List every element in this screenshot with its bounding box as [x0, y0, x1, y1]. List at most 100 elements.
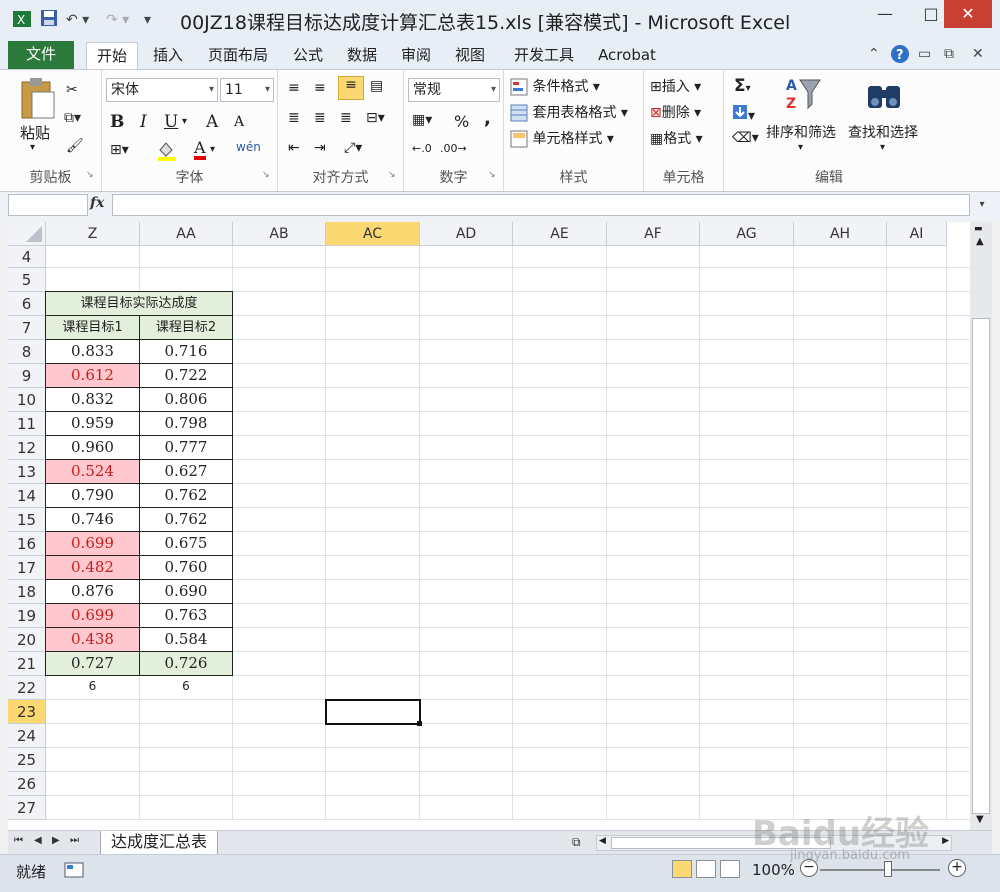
decrease-indent-icon[interactable]: ⇤	[288, 140, 300, 156]
tab-insert[interactable]: 插入	[146, 42, 190, 69]
phonetic-button[interactable]: wén	[236, 140, 261, 154]
table-cell[interactable]: 0.959	[45, 411, 140, 436]
table-cell[interactable]: 0.690	[139, 579, 233, 604]
table-cell[interactable]: 0.699	[45, 603, 140, 628]
clear-icon[interactable]: ⌫▾	[732, 130, 759, 146]
column-header-aa[interactable]: AA	[140, 222, 233, 246]
column-header-af[interactable]: AF	[607, 222, 700, 246]
delete-cells-button[interactable]: ⊠删除 ▾	[650, 102, 701, 122]
workbook-restore-icon[interactable]: ⧉	[944, 46, 954, 62]
underline-dropdown-icon[interactable]: ▾	[182, 116, 187, 127]
tab-data[interactable]: 数据	[340, 42, 384, 69]
row-header-13[interactable]: 13	[8, 460, 46, 484]
cut-icon[interactable]: ✂	[66, 82, 78, 98]
table-cell[interactable]: 0.763	[139, 603, 233, 628]
table-cell[interactable]: 0.722	[139, 363, 233, 388]
sort-filter-button[interactable]: 排序和筛选	[766, 122, 836, 142]
row-header-12[interactable]: 12	[8, 436, 46, 460]
table-cell[interactable]: 0.699	[45, 531, 140, 556]
minimize-button[interactable]: —	[862, 0, 908, 28]
grow-font-button[interactable]: A	[206, 112, 218, 132]
prev-sheet-icon[interactable]: ◀	[34, 835, 42, 846]
insert-cells-button[interactable]: ⊞插入 ▾	[650, 76, 701, 96]
format-painter-icon[interactable]: 🖌	[66, 138, 84, 154]
page-layout-view-icon[interactable]	[696, 860, 716, 878]
merge-center-icon[interactable]: ⊟▾	[366, 110, 385, 126]
new-sheet-icon[interactable]: ⧉	[572, 835, 581, 850]
row-header-26[interactable]: 26	[8, 772, 46, 796]
active-cell[interactable]	[325, 699, 421, 725]
row-header-24[interactable]: 24	[8, 724, 46, 748]
paste-dropdown-icon[interactable]: ▾	[30, 142, 35, 153]
page-break-view-icon[interactable]	[720, 860, 740, 878]
scroll-right-icon[interactable]: ▶	[942, 836, 949, 846]
clipboard-launcher-icon[interactable]: ↘	[86, 170, 94, 180]
scroll-up-icon[interactable]: ▲	[976, 236, 984, 247]
cell-styles-button[interactable]: 单元格样式 ▾	[510, 128, 614, 148]
row-header-18[interactable]: 18	[8, 580, 46, 604]
fill-color-icon[interactable]	[156, 140, 182, 166]
align-center-icon[interactable]: ≣	[314, 110, 326, 126]
table-cell[interactable]: 0.960	[45, 435, 140, 460]
help-icon[interactable]: ?	[890, 44, 910, 68]
zoom-level[interactable]: 100%	[752, 861, 795, 879]
workbook-minimize-icon[interactable]: ▭	[918, 46, 931, 62]
table-cell[interactable]: 0.833	[45, 339, 140, 364]
column-header-ai[interactable]: AI	[887, 222, 947, 246]
table-cell[interactable]: 0.612	[45, 363, 140, 388]
formula-input[interactable]	[112, 194, 970, 216]
row-header-19[interactable]: 19	[8, 604, 46, 628]
expand-formula-bar-icon[interactable]: ▾	[972, 194, 992, 216]
underline-button[interactable]: U	[164, 112, 178, 132]
autosum-button[interactable]: Σ▾	[734, 76, 751, 96]
find-select-dropdown-icon[interactable]: ▾	[880, 142, 885, 153]
zoom-in-button[interactable]: +	[948, 859, 966, 877]
tab-review[interactable]: 审阅	[394, 42, 438, 69]
row-header-20[interactable]: 20	[8, 628, 46, 652]
row-header-22[interactable]: 22	[8, 676, 46, 700]
last-sheet-icon[interactable]: ⏭	[70, 835, 79, 846]
row-header-23[interactable]: 23	[8, 700, 46, 724]
percent-button[interactable]: %	[454, 112, 469, 131]
close-button[interactable]: ✕	[944, 0, 992, 28]
row-header-8[interactable]: 8	[8, 340, 46, 364]
row-header-25[interactable]: 25	[8, 748, 46, 772]
sheet-tab-summary[interactable]: 达成度汇总表	[100, 831, 219, 855]
table-cell[interactable]: 0.675	[139, 531, 233, 556]
tab-home[interactable]: 开始	[86, 42, 138, 69]
column-header-ab[interactable]: AB	[233, 222, 326, 246]
format-cells-button[interactable]: ▦格式 ▾	[650, 128, 703, 148]
font-size-combo[interactable]: 11 ▾	[220, 78, 274, 102]
table-cell[interactable]: 0.482	[45, 555, 140, 580]
scroll-left-icon[interactable]: ◀	[599, 836, 606, 846]
increase-decimal-icon[interactable]: ←.0	[412, 142, 432, 155]
align-middle-icon[interactable]: ≡	[314, 80, 326, 96]
select-all-corner[interactable]	[8, 222, 46, 246]
number-format-combo[interactable]: 常规 ▾	[408, 78, 500, 102]
table-cell[interactable]: 0.777	[139, 435, 233, 460]
table-cell[interactable]: 0.790	[45, 483, 140, 508]
row-header-15[interactable]: 15	[8, 508, 46, 532]
accounting-format-icon[interactable]: ▦▾	[412, 112, 432, 128]
table-col-header-2[interactable]: 课程目标2	[139, 315, 233, 340]
first-sheet-icon[interactable]: ⏮	[14, 835, 23, 846]
table-cell[interactable]: 0.876	[45, 579, 140, 604]
table-cell[interactable]: 0.832	[45, 387, 140, 412]
align-bottom-icon[interactable]: ≡	[338, 76, 364, 100]
tab-formulas[interactable]: 公式	[286, 42, 330, 69]
row-header-27[interactable]: 27	[8, 796, 46, 820]
row-header-4[interactable]: 4	[8, 246, 46, 268]
column-header-ac[interactable]: AC	[326, 222, 420, 246]
font-launcher-icon[interactable]: ↘	[262, 170, 270, 180]
wrap-text-icon[interactable]: ▤	[370, 78, 383, 94]
vertical-scrollbar[interactable]: ▬ ▲ ▼	[970, 222, 992, 830]
comma-button[interactable]: ,	[484, 108, 491, 129]
average-cell[interactable]: 0.727	[45, 651, 140, 676]
row-header-5[interactable]: 5	[8, 268, 46, 292]
row-header-14[interactable]: 14	[8, 484, 46, 508]
zoom-slider-thumb[interactable]	[884, 861, 892, 877]
increase-indent-icon[interactable]: ⇥	[314, 140, 326, 156]
sort-filter-icon[interactable]: AZ	[784, 74, 824, 118]
table-cell[interactable]: 0.762	[139, 507, 233, 532]
tab-acrobat[interactable]: Acrobat	[594, 42, 660, 69]
